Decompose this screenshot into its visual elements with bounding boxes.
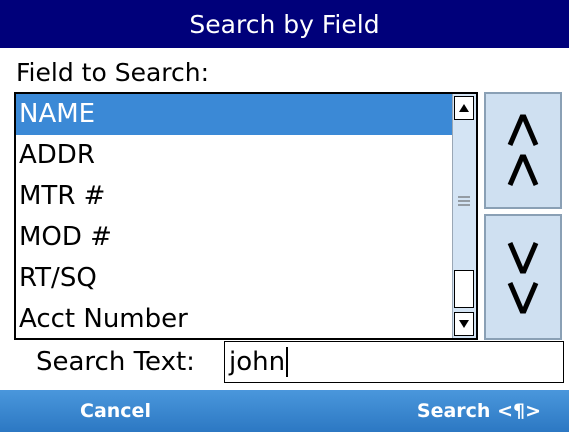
list-item[interactable]: RT/SQ bbox=[16, 258, 454, 299]
search-text-label: Search Text: bbox=[36, 347, 195, 377]
field-listbox[interactable]: NAME ADDR MTR # MOD # RT/SQ Acct Number bbox=[14, 92, 478, 340]
cancel-softkey[interactable]: Cancel bbox=[80, 390, 151, 432]
search-text-input[interactable]: john bbox=[224, 341, 564, 383]
softkey-bar: Cancel Search <¶> bbox=[0, 390, 569, 432]
double-caret-down-icon bbox=[507, 242, 539, 314]
scroll-down-button[interactable] bbox=[454, 312, 474, 336]
scroll-track[interactable] bbox=[454, 270, 474, 308]
search-text-value: john bbox=[229, 347, 286, 377]
scroll-down-arrow-icon bbox=[459, 320, 469, 328]
title-bar: Search by Field bbox=[0, 0, 569, 48]
vertical-scrollbar[interactable] bbox=[452, 94, 476, 338]
double-caret-up-icon bbox=[507, 114, 539, 186]
move-up-button[interactable] bbox=[484, 92, 562, 209]
search-softkey[interactable]: Search <¶> bbox=[417, 390, 541, 432]
scroll-thumb-grip-icon[interactable] bbox=[458, 196, 470, 206]
scroll-up-button[interactable] bbox=[454, 96, 474, 120]
list-item[interactable]: MOD # bbox=[16, 217, 454, 258]
text-caret bbox=[286, 347, 289, 377]
field-to-search-label: Field to Search: bbox=[16, 58, 210, 87]
list-item[interactable]: NAME bbox=[16, 94, 454, 135]
field-list: NAME ADDR MTR # MOD # RT/SQ Acct Number bbox=[16, 94, 454, 338]
list-item[interactable]: ADDR bbox=[16, 135, 454, 176]
scroll-up-arrow-icon bbox=[459, 104, 469, 112]
list-item[interactable]: Acct Number bbox=[16, 299, 454, 338]
list-item[interactable]: MTR # bbox=[16, 176, 454, 217]
move-down-button[interactable] bbox=[484, 214, 562, 340]
page-title: Search by Field bbox=[189, 9, 380, 39]
